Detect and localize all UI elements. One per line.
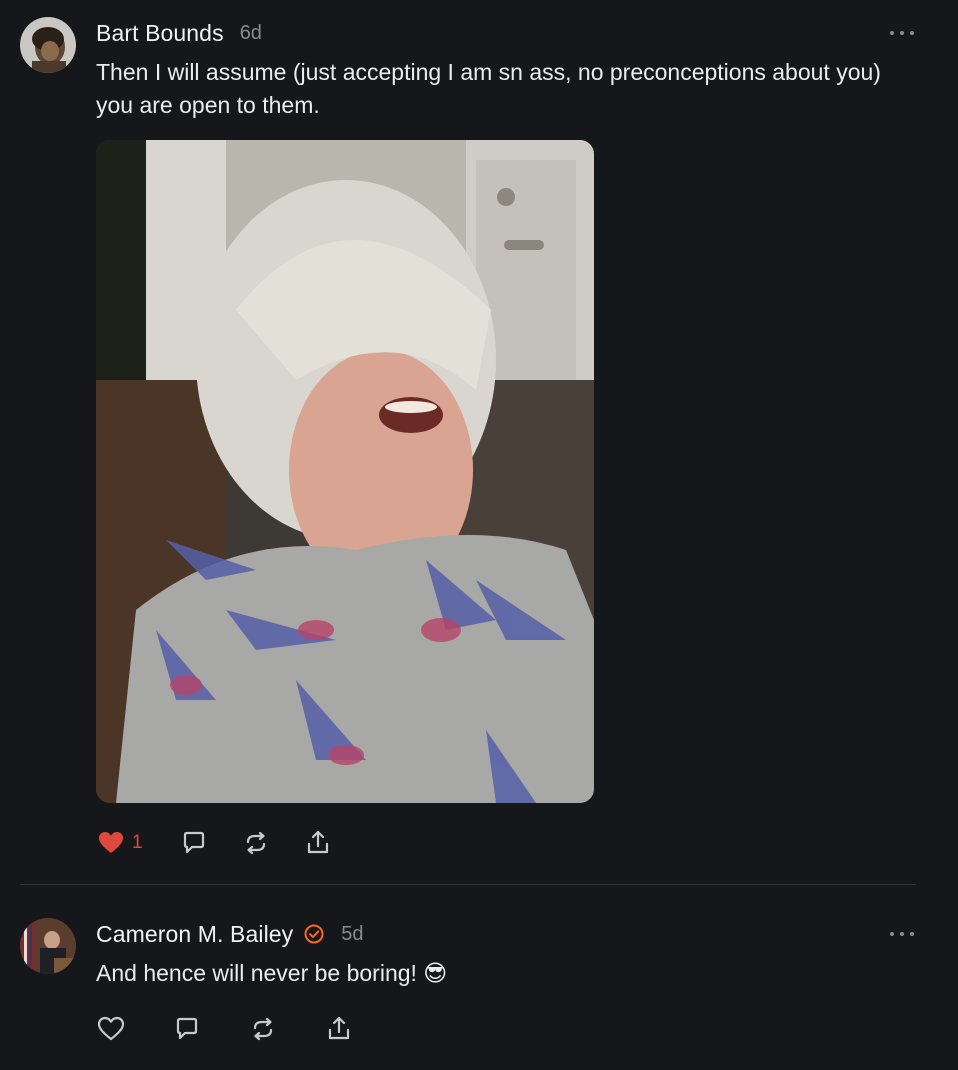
share-button[interactable] <box>324 1013 354 1045</box>
verified-badge-icon <box>303 923 325 945</box>
restack-icon <box>246 831 265 855</box>
author-name[interactable]: Bart Bounds <box>96 20 224 47</box>
like-count: 1 <box>132 832 143 853</box>
comment-text: Then I will assume (just accepting I am … <box>96 59 881 118</box>
comment-actions <box>96 1013 354 1045</box>
restack-button[interactable] <box>241 827 271 859</box>
heart-icon <box>99 832 123 853</box>
timestamp[interactable]: 6d <box>240 22 262 45</box>
reply-button[interactable] <box>172 1013 202 1045</box>
comment-thread: Bart Bounds 6d Then I will assume (just … <box>0 0 958 1070</box>
author-name[interactable]: Cameron M. Bailey <box>96 921 293 948</box>
attached-photo[interactable] <box>96 140 594 803</box>
restack-icon <box>253 1017 273 1041</box>
comment-bubble-icon <box>176 1017 198 1040</box>
timestamp[interactable]: 5d <box>341 923 363 946</box>
reply-button[interactable] <box>179 827 209 859</box>
more-options-icon[interactable] <box>890 927 914 941</box>
comment-item: Cameron M. Bailey 5d And hence will neve… <box>0 886 958 1070</box>
comment-text: And hence will never be boring! 😎 <box>96 960 448 986</box>
avatar[interactable] <box>20 17 76 73</box>
comment-header: Cameron M. Bailey 5d <box>96 919 364 949</box>
comment-item: Bart Bounds 6d Then I will assume (just … <box>0 0 958 884</box>
like-button[interactable]: 1 <box>96 827 143 859</box>
heart-outline-icon <box>97 1016 125 1041</box>
more-options-icon[interactable] <box>890 26 914 40</box>
share-icon <box>328 1016 350 1040</box>
share-button[interactable] <box>303 827 333 859</box>
like-button[interactable] <box>96 1013 126 1045</box>
restack-button[interactable] <box>248 1013 278 1045</box>
comment-actions: 1 <box>96 827 333 859</box>
share-icon <box>307 830 328 854</box>
avatar[interactable] <box>20 918 76 974</box>
comment-bubble-icon <box>183 831 204 854</box>
comment-header: Bart Bounds 6d <box>96 18 262 48</box>
divider <box>20 884 916 885</box>
